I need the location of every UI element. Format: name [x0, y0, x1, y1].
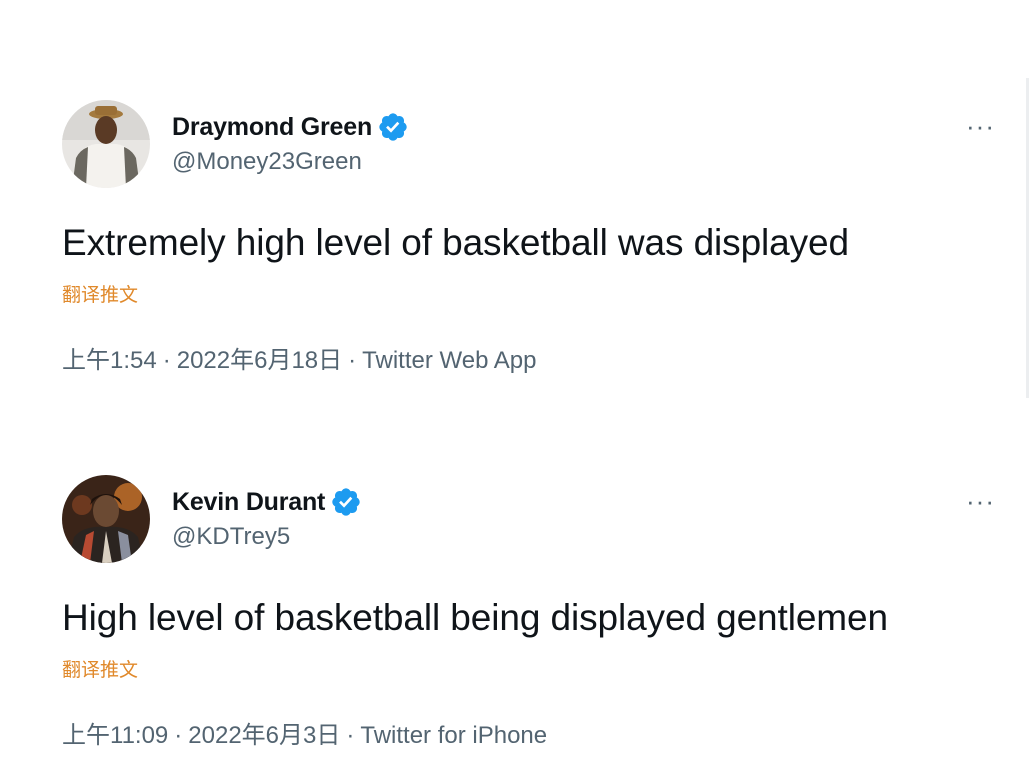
more-horizontal-icon[interactable]: ···: [966, 113, 995, 139]
avatar[interactable]: [62, 475, 150, 563]
tweet-author[interactable]: Kevin Durant @KDTrey5: [172, 485, 362, 551]
tweet-text: High level of basketball being displayed…: [62, 597, 888, 638]
verified-badge-icon: [377, 111, 409, 143]
tweet-source[interactable]: Twitter for iPhone: [360, 722, 547, 749]
tweet-text: Extremely high level of basketball was d…: [62, 222, 849, 263]
tweet-metadata: 上午1:54 · 2022年6月18日 · Twitter Web App: [62, 340, 536, 375]
separator: ·: [348, 347, 357, 374]
tweet-author[interactable]: Draymond Green @Money23Green: [172, 110, 409, 176]
author-handle[interactable]: @Money23Green: [172, 148, 409, 176]
translate-tweet-link[interactable]: 翻译推文: [62, 280, 138, 307]
author-name[interactable]: Kevin Durant: [172, 488, 325, 517]
separator: ·: [346, 722, 355, 749]
tweet-date[interactable]: 2022年6月18日: [177, 347, 342, 374]
avatar[interactable]: [62, 100, 150, 188]
more-horizontal-icon[interactable]: ···: [966, 488, 995, 514]
author-name[interactable]: Draymond Green: [172, 113, 372, 142]
tweet-time[interactable]: 上午1:54: [62, 347, 157, 374]
author-handle[interactable]: @KDTrey5: [172, 523, 362, 551]
tweet-time[interactable]: 上午11:09: [62, 722, 168, 749]
tweet-date[interactable]: 2022年6月3日: [188, 722, 340, 749]
separator: ·: [174, 722, 183, 749]
tweet-metadata: 上午11:09 · 2022年6月3日 · Twitter for iPhone: [62, 715, 547, 750]
verified-badge-icon: [330, 486, 362, 518]
translate-tweet-link[interactable]: 翻译推文: [62, 655, 138, 682]
separator: ·: [162, 347, 171, 374]
tweet-source[interactable]: Twitter Web App: [362, 347, 536, 374]
